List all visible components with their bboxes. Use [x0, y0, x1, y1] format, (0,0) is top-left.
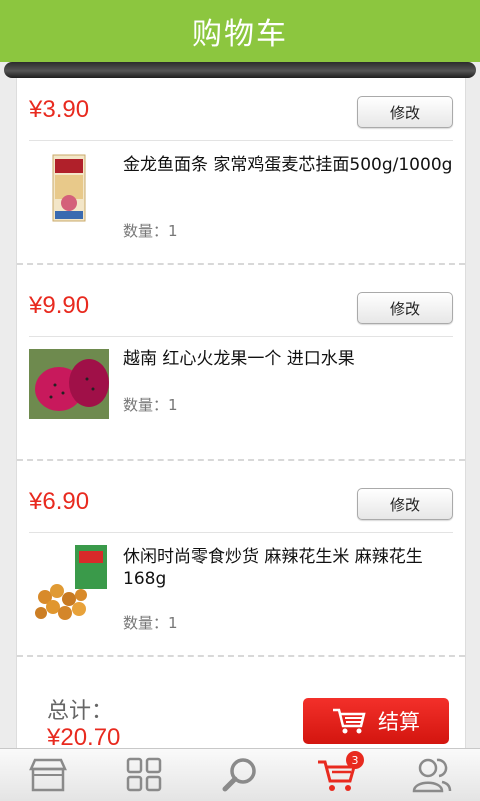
edit-button[interactable]: 修改: [357, 292, 453, 324]
grid-icon: [126, 757, 162, 792]
cart-item: ¥9.90 修改 越南 红心火龙果一个 进口水果 数量：1: [17, 264, 465, 461]
checkout-button[interactable]: 结算: [303, 698, 449, 744]
item-name: 金龙鱼面条 家常鸡蛋麦芯挂面500g/1000g: [123, 155, 453, 175]
product-image-noodles[interactable]: [29, 153, 109, 223]
bottom-tab-bar: 3: [0, 748, 480, 801]
item-quantity: 数量：1: [123, 614, 178, 632]
edit-button[interactable]: 修改: [357, 488, 453, 520]
item-price: ¥3.90: [29, 96, 90, 123]
checkout-label: 结算: [378, 710, 420, 734]
tab-search[interactable]: [192, 749, 288, 801]
store-icon: [29, 758, 67, 792]
cart-icon: [333, 708, 366, 734]
tab-home[interactable]: [0, 749, 96, 801]
page-title: 购物车: [0, 0, 480, 62]
search-icon: [222, 758, 256, 792]
product-image-dragon-fruit[interactable]: [29, 349, 109, 419]
tab-cart[interactable]: 3: [288, 749, 384, 801]
item-quantity: 数量：1: [123, 396, 178, 414]
cart-item: ¥6.90 修改 休闲时尚零食炒货 麻辣花生米 麻辣花生168g 数量：1: [17, 460, 465, 657]
tab-category[interactable]: [96, 749, 192, 801]
divider: [29, 336, 453, 337]
receipt-roller: [4, 62, 476, 78]
item-price: ¥6.90: [29, 488, 90, 515]
tab-profile[interactable]: [384, 749, 480, 801]
user-icon: [412, 758, 452, 793]
divider: [29, 532, 453, 533]
cart-list[interactable]: ¥3.90 修改 金龙鱼面条 家常鸡蛋麦芯挂面500g/1000g 数量：1 ¥…: [16, 68, 466, 688]
cart-badge: 3: [346, 751, 364, 769]
product-image-peanuts[interactable]: [29, 545, 109, 625]
total-bar: 总计： ¥20.70 结算: [16, 688, 466, 751]
item-name: 越南 红心火龙果一个 进口水果: [123, 349, 355, 369]
item-quantity: 数量：1: [123, 222, 178, 240]
item-name: 休闲时尚零食炒货 麻辣花生米 麻辣花生168g: [123, 547, 423, 589]
item-price: ¥9.90: [29, 292, 90, 319]
edit-button[interactable]: 修改: [357, 96, 453, 128]
divider: [29, 140, 453, 141]
cart-item: ¥3.90 修改 金龙鱼面条 家常鸡蛋麦芯挂面500g/1000g 数量：1: [17, 68, 465, 265]
total-label: 总计：: [47, 699, 114, 724]
